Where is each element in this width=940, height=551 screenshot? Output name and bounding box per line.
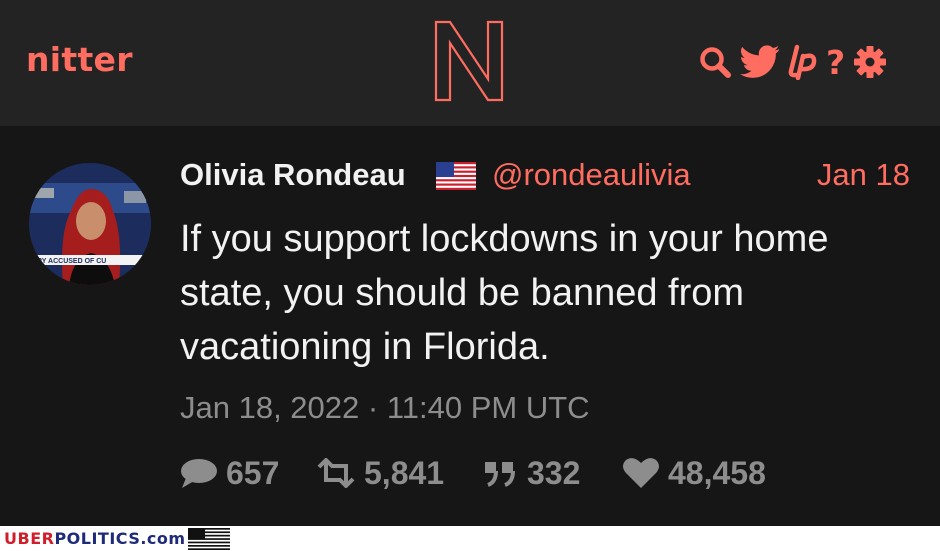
twitter-bird-icon[interactable] xyxy=(740,45,780,79)
avatar-caption: RY ACCUSED OF CU xyxy=(37,258,106,265)
quote-icon xyxy=(485,462,515,487)
tweet-fullname[interactable]: Olivia Rondeau xyxy=(180,157,406,193)
tweet: RY ACCUSED OF CU Olivia Rondeau @rondeau… xyxy=(0,126,940,526)
watermark-uber: UBER xyxy=(4,529,55,548)
tweet-published: Jan 18, 2022 · 11:40 PM UTC xyxy=(180,390,590,425)
watermark-dotcom: .com xyxy=(140,529,186,548)
watermark-text: UBERPOLITICS.com xyxy=(4,529,186,548)
retweet-icon xyxy=(317,458,355,488)
help-icon[interactable]: ? xyxy=(826,46,845,79)
avatar[interactable]: RY ACCUSED OF CU xyxy=(29,163,151,285)
comment-icon xyxy=(181,459,217,488)
navbar: nitter ? xyxy=(0,0,940,126)
likes-count: 48,458 xyxy=(668,454,766,491)
quotes-stat[interactable]: 332 xyxy=(483,453,580,493)
retweets-stat[interactable]: 5,841 xyxy=(316,453,444,493)
replies-stat[interactable]: 657 xyxy=(180,453,279,493)
nitter-logo-icon[interactable] xyxy=(433,19,505,103)
heart-icon xyxy=(623,458,659,488)
tweet-content: If you support lockdowns in your home st… xyxy=(180,218,829,368)
retweets-count: 5,841 xyxy=(364,454,445,491)
tweet-date-link[interactable]: Jan 18 xyxy=(817,157,910,193)
liberapay-icon[interactable] xyxy=(788,44,818,80)
avatar-image: RY ACCUSED OF CU xyxy=(29,163,151,285)
gear-icon[interactable] xyxy=(853,45,887,79)
tweet-username[interactable]: @rondeaulivia xyxy=(492,157,691,193)
replies-count: 657 xyxy=(226,454,280,491)
watermark-flag-icon xyxy=(188,528,230,550)
watermark-footer: UBERPOLITICS.com xyxy=(0,526,940,551)
quotes-count: 332 xyxy=(527,454,581,491)
watermark-politics: POLITICS xyxy=(54,529,141,548)
likes-stat[interactable]: 48,458 xyxy=(622,453,766,493)
nav-icons: ? xyxy=(698,42,887,82)
us-flag-icon xyxy=(436,162,476,190)
search-icon[interactable] xyxy=(698,45,732,79)
brand-link[interactable]: nitter xyxy=(26,40,133,79)
